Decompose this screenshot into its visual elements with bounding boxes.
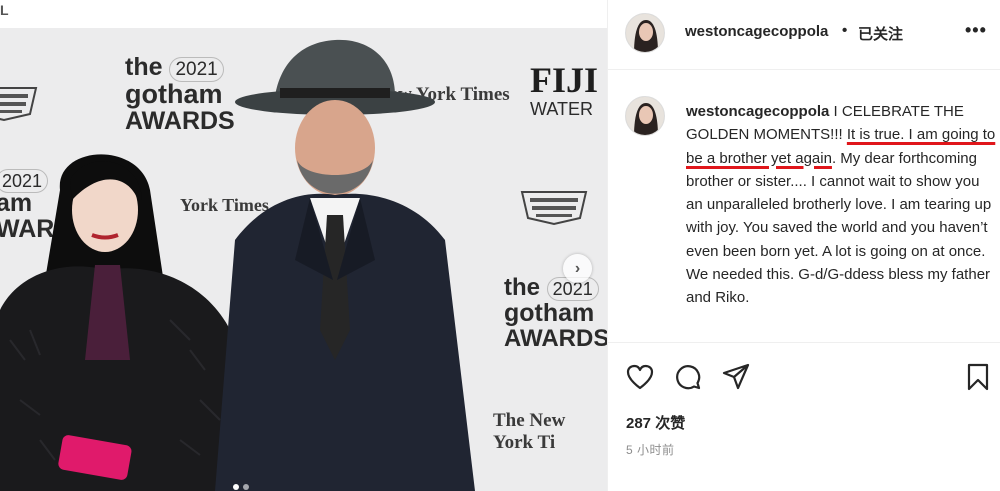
slide-dot bbox=[243, 484, 249, 490]
comment-button[interactable] bbox=[673, 362, 703, 392]
likes-count[interactable]: 287 次赞 bbox=[626, 412, 685, 433]
avatar[interactable] bbox=[625, 13, 665, 53]
action-bar bbox=[608, 352, 1000, 400]
following-button[interactable]: 已关注 bbox=[858, 23, 903, 44]
share-button[interactable] bbox=[721, 362, 751, 392]
caption-part-2: . My dear forthcoming brother or sister.… bbox=[686, 149, 992, 307]
save-button[interactable] bbox=[963, 362, 993, 392]
more-options-icon[interactable]: ••• bbox=[965, 20, 987, 41]
cadillac-crest-icon bbox=[0, 87, 38, 122]
avatar-image bbox=[626, 14, 664, 52]
slide-indicator bbox=[233, 484, 249, 490]
caption-section: westoncagecoppola I CELEBRATE THE GOLDEN… bbox=[608, 71, 1000, 343]
man-figure bbox=[215, 39, 475, 491]
heart-icon bbox=[626, 364, 654, 390]
like-button[interactable] bbox=[625, 362, 655, 392]
chevron-right-icon: › bbox=[574, 259, 581, 277]
post-timestamp[interactable]: 5 小时前 bbox=[626, 441, 675, 458]
header-separator: • bbox=[842, 22, 848, 39]
send-icon bbox=[722, 363, 750, 390]
cadillac-crest-icon bbox=[520, 191, 588, 226]
post-header: westoncagecoppola • 已关注 ••• bbox=[608, 0, 1000, 70]
slide-dot-active bbox=[233, 484, 239, 490]
comment-icon bbox=[676, 365, 701, 390]
header-username[interactable]: westoncagecoppola bbox=[685, 23, 828, 40]
fiji-logo: FIJI WATER bbox=[530, 60, 599, 119]
avatar-image bbox=[626, 97, 664, 135]
corner-fragment: L bbox=[0, 2, 9, 18]
photo-top-strip: L bbox=[0, 0, 607, 28]
post-photo[interactable]: L the 2021 gotham AWARDS 2021 am WARDS t… bbox=[0, 0, 607, 491]
bookmark-icon bbox=[967, 363, 989, 391]
avatar[interactable] bbox=[625, 96, 665, 136]
post-side-panel: westoncagecoppola • 已关注 ••• westoncageco… bbox=[607, 0, 1000, 491]
gotham-logo-bottom: the 2021 gotham AWARDS bbox=[504, 274, 607, 352]
carousel-next-button[interactable]: › bbox=[563, 254, 592, 283]
caption-username[interactable]: westoncagecoppola bbox=[686, 103, 829, 120]
caption-text: westoncagecoppola I CELEBRATE THE GOLDEN… bbox=[686, 100, 998, 310]
